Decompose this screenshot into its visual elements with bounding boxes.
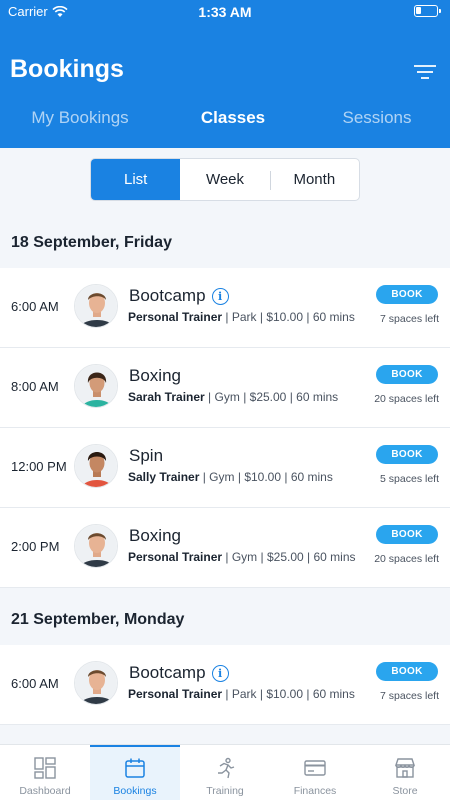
nav-label: Training (206, 785, 244, 797)
day-header: 18 September, Friday (11, 234, 172, 251)
nav-label: Finances (293, 785, 337, 797)
dashboard-icon (34, 757, 56, 779)
bottom-nav: Dashboard Bookings Training Finances Sto… (0, 744, 450, 800)
book-button[interactable]: BOOK (376, 525, 438, 544)
class-title: Bootcamp (129, 663, 206, 682)
day-header: 21 September, Monday (11, 611, 185, 628)
nav-label: Dashboard (19, 785, 71, 797)
class-details: Sally Trainer | Gym | $10.00 | 60 mins (128, 470, 333, 484)
class-time: 2:00 PM (11, 539, 60, 554)
filter-icon[interactable] (414, 64, 436, 80)
class-location: Gym (231, 550, 258, 564)
class-price: $10.00 (266, 310, 304, 324)
nav-store[interactable]: Store (360, 745, 450, 800)
class-row[interactable]: 6:00 AM Bootcamp i Personal Trainer | Pa… (0, 645, 450, 725)
class-location: Gym (214, 390, 240, 404)
view-toggle: List Week Month (90, 158, 360, 201)
spaces-left: 20 spaces left (374, 553, 439, 565)
book-button[interactable]: BOOK (376, 662, 438, 681)
battery-icon (414, 5, 441, 17)
status-bar: Carrier 1:33 AM (0, 0, 450, 24)
class-title: Bootcamp (129, 286, 206, 305)
class-details: Personal Trainer | Gym | $25.00 | 60 min… (128, 550, 356, 564)
status-time: 1:33 AM (198, 4, 252, 20)
class-duration: 60 mins (312, 687, 355, 701)
credit-card-icon (304, 760, 326, 776)
class-time: 8:00 AM (11, 379, 59, 394)
class-title: Boxing (129, 526, 181, 545)
book-button[interactable]: BOOK (376, 285, 438, 304)
class-title: Spin (129, 446, 164, 465)
header: Bookings My Bookings Classes Sessions (0, 24, 450, 148)
female-trainer-avatar (74, 364, 118, 408)
page-title: Bookings (10, 55, 124, 83)
class-price: $25.00 (266, 550, 304, 564)
book-button[interactable]: BOOK (376, 365, 438, 384)
running-icon (218, 757, 235, 779)
class-row[interactable]: 2:00 PM Boxing Personal Trainer | Gym | … (0, 508, 450, 588)
nav-dashboard[interactable]: Dashboard (0, 745, 90, 800)
class-row[interactable]: 8:00 AM Boxing Sarah Trainer | Gym | $25… (0, 348, 450, 428)
class-name: Boxing (129, 526, 181, 546)
class-duration: 60 mins (290, 470, 333, 484)
class-row[interactable]: 6:00 AM Bootcamp i Personal Trainer | Pa… (0, 268, 450, 348)
calendar-icon (125, 758, 145, 778)
class-title: Boxing (129, 366, 181, 385)
class-name: Spin (129, 446, 163, 466)
trainer-name: Sally Trainer (128, 470, 200, 484)
tab-classes[interactable]: Classes (158, 108, 308, 128)
class-name: Boxing (129, 366, 181, 386)
store-icon (395, 758, 415, 778)
nav-bookings[interactable]: Bookings (90, 745, 180, 800)
trainer-name: Sarah Trainer (128, 390, 205, 404)
class-location: Park (231, 310, 257, 324)
view-month-button[interactable]: Month (269, 159, 359, 200)
class-duration: 60 mins (296, 390, 339, 404)
class-time: 12:00 PM (11, 459, 67, 474)
class-details: Sarah Trainer | Gym | $25.00 | 60 mins (128, 390, 339, 404)
view-week-button[interactable]: Week (180, 159, 269, 200)
class-name: Bootcamp i (129, 286, 229, 306)
class-duration: 60 mins (312, 310, 355, 324)
class-duration: 60 mins (313, 550, 356, 564)
trainer-name: Personal Trainer (128, 687, 223, 701)
class-price: $10.00 (244, 470, 282, 484)
male-trainer-avatar (74, 524, 118, 568)
booking-tabs: My Bookings Classes Sessions (0, 108, 450, 134)
spaces-left: 7 spaces left (380, 690, 439, 702)
info-icon[interactable]: i (211, 287, 229, 305)
tab-my-bookings[interactable]: My Bookings (5, 108, 155, 128)
tab-sessions[interactable]: Sessions (302, 108, 450, 128)
class-location: Gym (209, 470, 235, 484)
class-details: Personal Trainer | Park | $10.00 | 60 mi… (128, 687, 355, 701)
trainer-name: Personal Trainer (128, 550, 223, 564)
nav-training[interactable]: Training (180, 745, 270, 800)
class-price: $10.00 (266, 687, 304, 701)
trainer-name: Personal Trainer (128, 310, 223, 324)
view-list-button[interactable]: List (91, 159, 181, 200)
spaces-left: 5 spaces left (380, 473, 439, 485)
class-location: Park (231, 687, 257, 701)
class-row[interactable]: 12:00 PM Spin Sally Trainer | Gym | $10.… (0, 428, 450, 508)
nav-label: Bookings (113, 785, 157, 797)
spaces-left: 20 spaces left (374, 393, 439, 405)
male-trainer-avatar (74, 284, 118, 328)
book-button[interactable]: BOOK (376, 445, 438, 464)
class-details: Personal Trainer | Park | $10.00 | 60 mi… (128, 310, 355, 324)
spaces-left: 7 spaces left (380, 313, 439, 325)
class-time: 6:00 AM (11, 299, 59, 314)
class-time: 6:00 AM (11, 676, 59, 691)
male-trainer-avatar (74, 661, 118, 705)
info-icon[interactable]: i (211, 664, 229, 682)
nav-finances[interactable]: Finances (270, 745, 360, 800)
nav-label: Store (392, 785, 418, 797)
class-price: $25.00 (249, 390, 287, 404)
class-name: Bootcamp i (129, 663, 229, 683)
female-trainer-avatar (74, 444, 118, 488)
